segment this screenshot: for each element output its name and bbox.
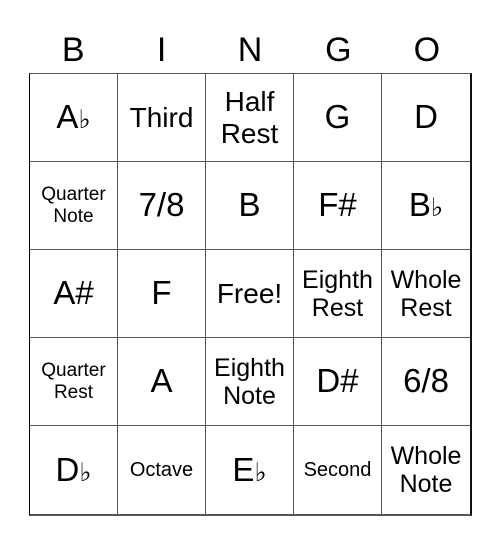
bingo-cell-o-2[interactable]: B♭ [382, 162, 470, 250]
cell-label: Whole Rest [384, 266, 468, 322]
cell-text: F [151, 274, 172, 312]
cell-label: B [238, 186, 261, 224]
cell-text: E [232, 450, 255, 488]
cell-label: D [414, 98, 438, 136]
bingo-header: B I N G O [29, 28, 471, 72]
cell-text: 6/8 [403, 362, 449, 400]
bingo-cell-n-1[interactable]: Half Rest [206, 74, 294, 162]
cell-text: Octave [129, 458, 194, 481]
cell-label: A# [53, 274, 94, 312]
cell-label: Eighth Rest [296, 266, 379, 322]
cell-text: Eighth Rest [302, 265, 373, 322]
bingo-cell-n-5[interactable]: E♭ [206, 426, 294, 514]
cell-text: 7/8 [138, 186, 185, 224]
bingo-cell-b-3[interactable]: A# [30, 250, 118, 338]
flat-symbol-icon: ♭ [78, 105, 91, 136]
bingo-cell-n-3[interactable]: Free! [206, 250, 294, 338]
cell-text: A# [53, 274, 94, 312]
cell-text: Half Rest [220, 86, 279, 149]
cell-label: Eighth Note [208, 354, 291, 410]
flat-symbol-icon: ♭ [254, 457, 267, 488]
cell-label: Quarter Note [32, 184, 115, 227]
bingo-cell-g-3[interactable]: Eighth Rest [294, 250, 382, 338]
cell-text: B [238, 186, 261, 224]
cell-label: Half Rest [208, 86, 291, 149]
cell-label: Octave [130, 459, 193, 481]
cell-label: D# [316, 362, 359, 400]
cell-label: Second [304, 459, 372, 481]
cell-text: Second [303, 458, 372, 481]
cell-text: F# [318, 186, 357, 224]
cell-text: G [324, 98, 351, 136]
bingo-cell-i-3[interactable]: F [118, 250, 206, 338]
cell-text: Free! [216, 277, 283, 309]
cell-text: A [56, 98, 79, 136]
cell-label: D♭ [55, 450, 92, 489]
bingo-cell-g-5[interactable]: Second [294, 426, 382, 514]
cell-text: Whole Rest [390, 265, 462, 322]
cell-label: B♭ [408, 186, 444, 224]
cell-text: D# [316, 362, 359, 400]
cell-label: G [324, 98, 351, 136]
bingo-cell-i-4[interactable]: A [118, 338, 206, 426]
cell-text: B [408, 186, 431, 224]
header-letter-b: B [61, 31, 85, 69]
bingo-cell-b-2[interactable]: Quarter Note [30, 162, 118, 250]
cell-label: F# [318, 186, 357, 224]
bingo-cell-o-4[interactable]: 6/8 [382, 338, 470, 426]
bingo-cell-n-4[interactable]: Eighth Note [206, 338, 294, 426]
bingo-grid: A♭ Third Half Rest G D Quarter Note 7/8 B F# B♭ A#… [29, 73, 472, 516]
cell-label: 6/8 [403, 362, 449, 400]
cell-label: A♭ [56, 98, 91, 136]
bingo-cell-g-1[interactable]: G [294, 74, 382, 162]
cell-text: Eighth Note [214, 353, 285, 410]
bingo-cell-g-4[interactable]: D# [294, 338, 382, 426]
cell-label: 7/8 [138, 186, 185, 224]
flat-symbol-icon: ♭ [79, 457, 92, 488]
bingo-cell-o-1[interactable]: D [382, 74, 470, 162]
cell-text: Third [129, 101, 194, 133]
cell-text: A [150, 362, 173, 400]
cell-label: E♭ [232, 450, 267, 489]
header-letter-n: N [237, 31, 263, 69]
cell-label: Quarter Rest [32, 360, 115, 403]
bingo-cell-i-2[interactable]: 7/8 [118, 162, 206, 250]
cell-text: Whole Note [390, 442, 462, 498]
bingo-cell-g-2[interactable]: F# [294, 162, 382, 250]
cell-label: A [150, 362, 173, 400]
cell-text: D [414, 98, 438, 136]
cell-text: Quarter Note [41, 184, 106, 227]
bingo-cell-o-5[interactable]: Whole Note [382, 426, 470, 514]
cell-text: D [55, 450, 80, 488]
cell-label: F [151, 274, 172, 312]
bingo-cell-n-2[interactable]: B [206, 162, 294, 250]
cell-text: Quarter Rest [41, 360, 106, 403]
bingo-cell-b-4[interactable]: Quarter Rest [30, 338, 118, 426]
header-letter-g: G [325, 31, 352, 69]
flat-symbol-icon: ♭ [430, 193, 444, 224]
bingo-cell-i-1[interactable]: Third [118, 74, 206, 162]
bingo-cell-o-3[interactable]: Whole Rest [382, 250, 470, 338]
header-letter-o: O [413, 31, 441, 69]
cell-label: Third [130, 102, 194, 133]
cell-label: Whole Note [384, 442, 468, 498]
bingo-cell-b-1[interactable]: A♭ [30, 74, 118, 162]
bingo-cell-b-5[interactable]: D♭ [30, 426, 118, 514]
header-letter-i: I [156, 31, 167, 69]
cell-label: Free! [217, 278, 282, 309]
bingo-cell-i-5[interactable]: Octave [118, 426, 206, 514]
